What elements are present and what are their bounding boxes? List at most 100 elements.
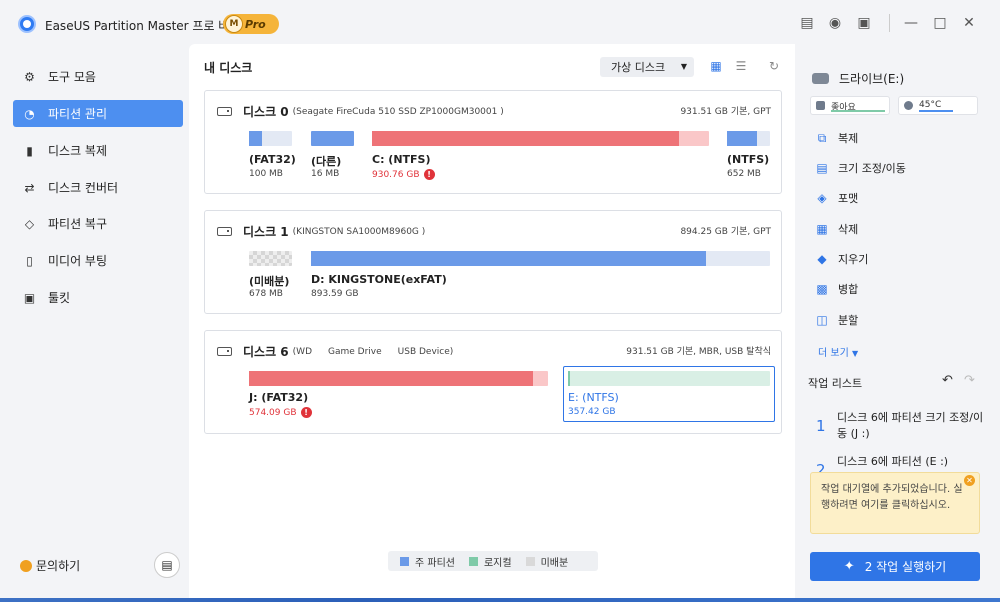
legend-label: 로지컬: [483, 557, 512, 569]
disk-card-6[interactable]: 디스크 6 (WD Game Drive USB Device) 931.51 GB …: [204, 330, 782, 434]
more-link[interactable]: 더 보기 ▼: [818, 344, 858, 359]
download-icon[interactable]: ▣: [855, 14, 873, 32]
pro-badge-label: Pro: [245, 17, 266, 31]
partition-fill: [249, 371, 534, 386]
partition-size: 652 MB: [727, 169, 761, 179]
close-icon[interactable]: ✕: [964, 475, 975, 486]
partition-label: (미배분): [249, 275, 290, 288]
help-icon: [20, 559, 32, 572]
legend-logical: 로지컬: [468, 554, 512, 569]
partition-size: 574.09 GB: [249, 408, 297, 418]
disk-model: Game Drive: [328, 346, 382, 357]
disk-model: (WD: [292, 346, 312, 357]
virtual-disk-label: 가상 디스크: [611, 61, 666, 74]
minimize-icon[interactable]: —: [902, 14, 920, 32]
partition-legend: 주 파티션 로지컬 미배분: [388, 551, 598, 571]
execute-tasks-label: 2 작업 실행하기: [864, 560, 947, 574]
action-label: 분할: [838, 314, 859, 327]
refresh-icon[interactable]: ↻: [767, 59, 781, 73]
titlebar-divider: [889, 14, 890, 32]
action-label: 병합: [838, 283, 859, 296]
temperature-bar: [919, 110, 953, 112]
grid-view-icon[interactable]: ▦: [709, 59, 723, 73]
virtual-disk-dropdown[interactable]: 가상 디스크 ▼: [600, 57, 694, 77]
close-icon[interactable]: ✕: [960, 14, 978, 32]
partition-size: 16 MB: [311, 169, 340, 179]
pro-badge[interactable]: M Pro: [223, 14, 279, 34]
convert-icon: ⇄: [24, 180, 35, 195]
legend-label: 주 파티션: [415, 557, 455, 569]
action-clone[interactable]: ⧉ 복제: [816, 130, 859, 146]
sidebar-item-disk-converter[interactable]: ⇄ 디스크 컨버터: [13, 174, 183, 201]
partition-bar: [249, 131, 292, 146]
disk-card-0[interactable]: 디스크 0 (Seagate FireCuda 510 SSD ZP1000GM3…: [204, 90, 782, 194]
page-title: 내 디스크: [204, 61, 253, 75]
disk-model: (KINGSTON SA1000M8960G ): [292, 226, 426, 237]
partition-fill: [249, 131, 262, 146]
partition-bar: [311, 131, 354, 146]
health-bar: [831, 110, 885, 112]
action-format[interactable]: ◈ 포맷: [816, 190, 858, 206]
task-number: 1: [816, 417, 826, 435]
disk-header: 디스크 0 (Seagate FireCuda 510 SSD ZP1000GM3…: [217, 103, 504, 120]
sidebar-item-toolbox[interactable]: ⚙ 도구 모음: [13, 63, 183, 90]
disk-header: 디스크 1 (KINGSTON SA1000M8960G ): [217, 223, 425, 240]
partition-size: 893.59 GB: [311, 289, 359, 299]
clone-icon: ⧉: [817, 130, 827, 145]
action-resize-move[interactable]: ▤ 크기 조정/이동: [816, 160, 906, 176]
disk-name: 디스크 0: [243, 105, 289, 119]
disk-card-1[interactable]: 디스크 1 (KINGSTON SA1000M8960G ) 894.25 GB …: [204, 210, 782, 314]
action-split[interactable]: ◫ 분할: [816, 312, 858, 328]
pie-icon: ◔: [24, 106, 35, 121]
partition-fill: [372, 131, 679, 146]
execute-tasks-button[interactable]: ✦ 2 작업 실행하기: [810, 552, 980, 581]
warning-icon[interactable]: !: [300, 407, 312, 418]
disk-model: USB Device): [397, 346, 454, 357]
help-link[interactable]: 문의하기: [20, 557, 80, 574]
notes-icon[interactable]: ▤: [798, 14, 816, 32]
sidebar-item-partition-recovery[interactable]: ◇ 파티션 복구: [13, 210, 183, 237]
partition-label: E: (NTFS): [568, 391, 619, 404]
selected-drive: 드라이브(E:): [812, 70, 904, 87]
disk-icon: [217, 227, 232, 236]
format-icon: ◈: [817, 191, 827, 205]
app-logo-icon: [18, 15, 36, 33]
action-label: 지우기: [838, 253, 869, 266]
chat-button[interactable]: ▤: [154, 552, 180, 578]
sidebar-item-toolkit[interactable]: ▣ 툴킷: [13, 284, 183, 311]
list-view-icon[interactable]: ☰: [734, 59, 748, 73]
partition-bar: [249, 371, 548, 386]
redo-icon: ↷: [964, 373, 975, 388]
usb-icon: ▯: [26, 253, 33, 268]
action-label: 복제: [838, 132, 859, 145]
disk-name: 디스크 6: [243, 345, 289, 359]
warning-icon[interactable]: !: [423, 169, 435, 180]
help-label: 문의하기: [36, 559, 81, 573]
partition-fill: [311, 251, 706, 266]
trash-icon: ▦: [816, 222, 828, 236]
task-list-title: 작업 리스트: [808, 377, 863, 390]
disk-model: (Seagate FireCuda 510 SSD ZP1000GM30001 …: [292, 106, 504, 117]
sidebar-item-partition-manager[interactable]: ◔ 파티션 관리: [13, 100, 183, 127]
partition-bar: [568, 371, 770, 386]
health-status: 좋아요: [810, 96, 890, 115]
queue-tooltip[interactable]: 작업 대기열에 추가되었습니다. 실행하려면 여기를 클릭하십시오. ✕: [810, 472, 980, 534]
task-text: 디스크 6에 파티션 (E :): [837, 455, 949, 468]
maximize-icon[interactable]: □: [931, 14, 949, 32]
partition-size-warning: 574.09 GB!: [249, 407, 312, 418]
sidebar-item-disk-clone[interactable]: ▮ 디스크 복제: [13, 137, 183, 164]
action-wipe[interactable]: ◆ 지우기: [816, 251, 868, 267]
thermometer-icon: [904, 101, 913, 110]
bell-icon[interactable]: ◉: [826, 14, 844, 32]
partition-fill: [727, 131, 757, 146]
sidebar-item-media-boot[interactable]: ▯ 미디어 부팅: [13, 247, 183, 274]
action-label: 삭제: [838, 223, 859, 236]
partition-bar: [249, 251, 292, 266]
disk-info: 894.25 GB 기본, GPT: [680, 227, 771, 237]
action-delete[interactable]: ▦ 삭제: [816, 221, 858, 237]
partition-label: (FAT32): [249, 153, 296, 166]
action-merge[interactable]: ▩ 병합: [816, 281, 858, 297]
undo-icon[interactable]: ↶: [942, 373, 953, 388]
partition-label: J: (FAT32): [249, 391, 309, 404]
app-title: EaseUS Partition Master 프로 버전: [45, 19, 241, 33]
